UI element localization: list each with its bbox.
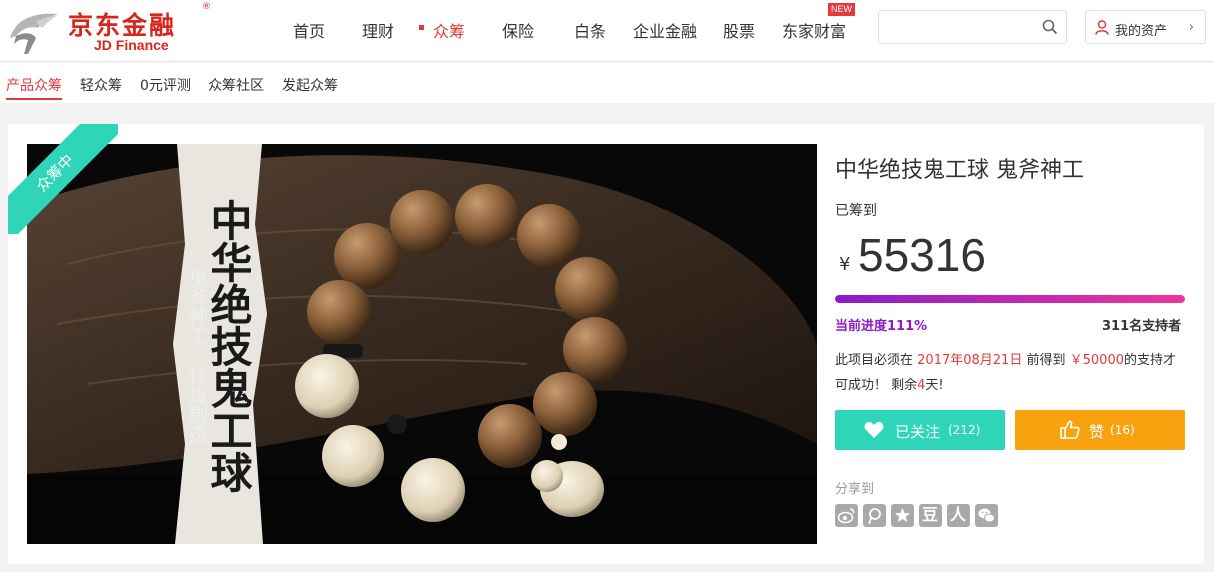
project-deadline-description: 此项目必须在 2017年08月21日 前得到 ￥50000的支持才可成功！ 剩余… <box>835 348 1185 398</box>
qzone-icon[interactable] <box>891 504 914 527</box>
funding-progress-fill <box>835 295 1185 303</box>
crowdfunding-status-ribbon: 众筹中 <box>8 124 118 234</box>
tencent-weibo-icon[interactable] <box>863 504 886 527</box>
subnav-active-underline <box>6 98 62 100</box>
project-title: 中华绝技鬼工球 鬼斧神工 <box>835 158 1084 183</box>
like-count: (16) <box>1110 423 1135 437</box>
renren-icon[interactable]: 人 <box>947 504 970 527</box>
sub-navigation: 产品众筹 轻众筹 0元评测 众筹社区 发起众筹 <box>0 63 1214 103</box>
chevron-right-icon: › <box>1188 20 1194 35</box>
wechat-icon[interactable] <box>975 504 998 527</box>
funding-progress-bar <box>835 295 1185 303</box>
nav-wealth[interactable]: 理财 <box>362 18 394 42</box>
douban-glyph: 豆 <box>922 505 939 524</box>
subnav-launch[interactable]: 发起众筹 <box>282 75 338 95</box>
like-label: 赞 <box>1089 423 1105 441</box>
hero-subtitle-text: 鬼斧神工 玲珑剔透 <box>186 269 208 443</box>
subnav-free-review[interactable]: 0元评测 <box>140 75 191 95</box>
my-assets-button[interactable]: 我的资产 › <box>1085 10 1206 44</box>
status-ribbon-container: 众筹中 <box>8 124 118 234</box>
top-header: 京东金融 ® JD Finance 首页 理财 众筹 保险 白条 企业金融 股票… <box>0 0 1214 62</box>
follow-button[interactable]: 已关注 (212) <box>835 410 1005 450</box>
jd-dog-logo-icon <box>10 13 58 54</box>
new-badge: NEW <box>828 3 855 16</box>
subnav-community[interactable]: 众筹社区 <box>208 75 264 95</box>
subnav-light-crowdfunding[interactable]: 轻众筹 <box>80 75 122 95</box>
desc-part-2: 前得到 <box>1026 353 1066 368</box>
funding-goal: ￥50000 <box>1069 353 1124 368</box>
progress-text: 当前进度111% <box>835 319 928 334</box>
share-label: 分享到 <box>835 482 875 497</box>
search-input[interactable] <box>878 10 1067 44</box>
weibo-icon[interactable] <box>835 504 858 527</box>
thumbs-up-icon <box>1060 420 1080 439</box>
follow-count: (212) <box>948 423 981 437</box>
jd-finance-logo[interactable]: 京东金融 ® JD Finance <box>6 2 216 56</box>
currency-symbol: ¥ <box>839 254 851 275</box>
nav-insurance[interactable]: 保险 <box>502 18 534 42</box>
nav-dongjia-wealth[interactable]: 东家财富 <box>782 18 846 42</box>
nav-stocks[interactable]: 股票 <box>723 18 755 42</box>
renren-glyph: 人 <box>950 505 967 524</box>
like-button[interactable]: 赞 (16) <box>1015 410 1185 450</box>
deadline-date: 2017年08月21日 <box>917 353 1023 368</box>
desc-part-4: 天! <box>925 378 944 393</box>
desc-part-1: 此项目必须在 <box>835 353 914 368</box>
project-hero-image[interactable]: 中华绝技鬼工球 鬼斧神工 玲珑剔透 <box>27 144 817 544</box>
search-icon[interactable] <box>1042 19 1058 35</box>
nav-baitiao[interactable]: 白条 <box>574 18 606 42</box>
raised-amount: 55316 <box>858 229 986 281</box>
nav-home[interactable]: 首页 <box>293 18 325 42</box>
douban-icon[interactable]: 豆 <box>919 504 942 527</box>
raised-label: 已筹到 <box>835 203 877 219</box>
nav-crowdfunding[interactable]: 众筹 <box>433 18 465 42</box>
nav-enterprise-finance[interactable]: 企业金融 <box>633 18 697 42</box>
user-icon <box>1095 20 1109 35</box>
follow-label: 已关注 <box>895 423 941 441</box>
supporters-count: 311名支持者 <box>1102 319 1182 334</box>
logo-english-text: JD Finance <box>94 37 169 53</box>
subnav-product-crowdfunding[interactable]: 产品众筹 <box>6 75 62 95</box>
registered-mark: ® <box>202 2 211 12</box>
active-nav-marker <box>419 25 424 30</box>
my-assets-label: 我的资产 <box>1115 24 1168 39</box>
heart-icon <box>864 422 884 438</box>
